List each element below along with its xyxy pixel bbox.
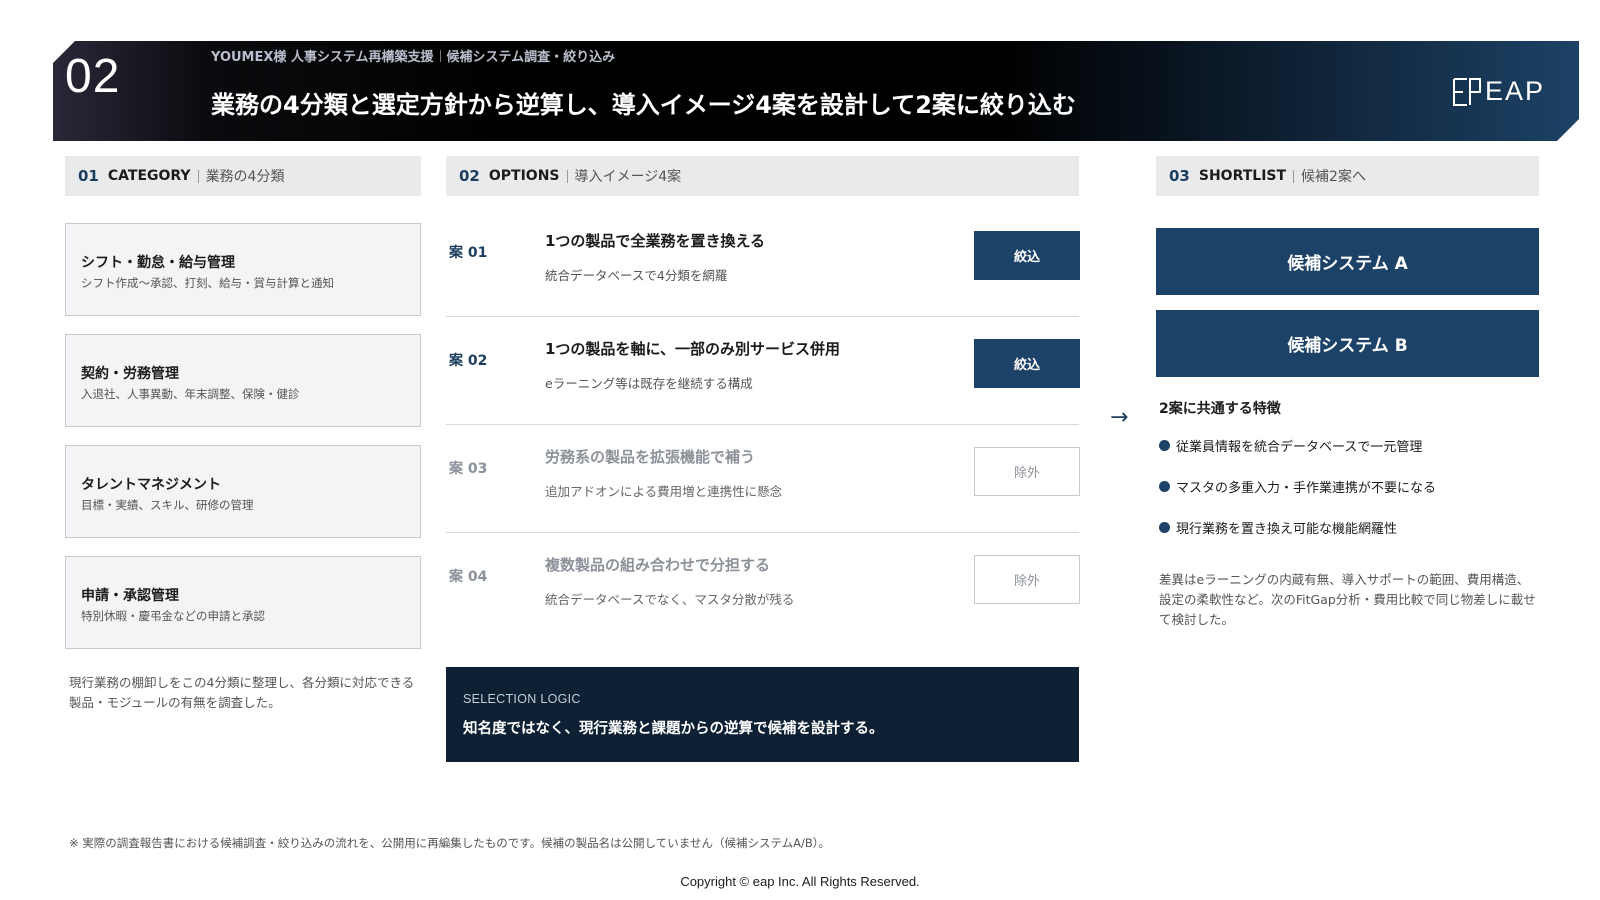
section-number: 01 bbox=[78, 167, 99, 185]
feature-item: 従業員情報を統合データベースで一元管理 bbox=[1159, 436, 1422, 455]
copyright: Copyright © eap Inc. All Rights Reserved… bbox=[680, 874, 920, 889]
page-title: 業務の4分類と選定方針から逆算し、導入イメージ4案を設計して2案に絞り込む bbox=[211, 91, 1076, 119]
brand-logo: EAP bbox=[1451, 76, 1545, 107]
section-number: 03 bbox=[1169, 167, 1190, 185]
section-sublabel: 業務の4分類 bbox=[205, 169, 285, 185]
option-title: 労務系の製品を拡張機能で補う bbox=[545, 448, 756, 466]
category-title: 申請・承認管理 bbox=[81, 588, 179, 604]
shortlist-section-header: 03 SHORTLIST 候補2案へ bbox=[1156, 156, 1539, 196]
brand-name: EAP bbox=[1484, 76, 1545, 106]
option-label: 案 04 bbox=[449, 569, 488, 585]
shortlisted-badge: 絞込 bbox=[974, 339, 1080, 388]
option-row: 案 02 1つの製品を軸に、一部のみ別サービス併用 eラーニング等は既存を継続す… bbox=[446, 317, 1080, 425]
category-card: タレントマネジメント 目標・実績、スキル、研修の管理 bbox=[65, 445, 421, 538]
option-label: 案 02 bbox=[449, 353, 488, 369]
section-divider bbox=[197, 169, 199, 183]
footnote: ※ 実際の調査報告書における候補調査・絞り込みの流れを、公開用に再編集したもので… bbox=[69, 836, 830, 850]
section-label: SHORTLIST bbox=[1198, 168, 1287, 184]
excluded-badge: 除外 bbox=[974, 555, 1080, 604]
category-title: シフト・勤怠・給与管理 bbox=[81, 255, 235, 271]
selection-logic-text: 知名度ではなく、現行業務と課題からの逆算で候補を設計する。 bbox=[463, 721, 884, 737]
feature-text: マスタの多重入力・手作業連携が不要になる bbox=[1176, 481, 1437, 496]
category-desc: シフト作成〜承認、打刻、給与・賞与計算と通知 bbox=[81, 276, 334, 290]
header-band: 02 YOUMEX様 人事システム再構築支援 候補システム調査・絞り込み 業務の4… bbox=[53, 41, 1579, 141]
selection-logic-label: SELECTION LOGIC bbox=[463, 692, 581, 706]
subtitle-divider bbox=[440, 50, 441, 62]
difference-note: 差異はeラーニングの内蔵有無、導入サポートの範囲、費用構造、設定の柔軟性など。次… bbox=[1159, 572, 1536, 627]
option-desc: 統合データベースで4分類を網羅 bbox=[545, 268, 728, 283]
candidate-system-b: 候補システム B bbox=[1156, 310, 1539, 377]
section-sublabel: 導入イメージ4案 bbox=[574, 169, 682, 185]
bullet-dot-icon bbox=[1159, 522, 1170, 533]
options-section-header: 02 OPTIONS 導入イメージ4案 bbox=[446, 156, 1079, 196]
feature-text: 従業員情報を統合データベースで一元管理 bbox=[1176, 440, 1423, 455]
slide-number: 02 bbox=[65, 50, 121, 103]
feature-item: 現行業務を置き換え可能な機能網羅性 bbox=[1159, 518, 1397, 537]
bullet-dot-icon bbox=[1159, 481, 1170, 492]
candidate-system-a: 候補システム A bbox=[1156, 228, 1539, 295]
option-desc: eラーニング等は既存を継続する構成 bbox=[545, 376, 753, 391]
shortlisted-badge: 絞込 bbox=[974, 231, 1080, 280]
header-subtitle: YOUMEX様 人事システム再構築支援 候補システム調査・絞り込み bbox=[211, 46, 615, 65]
feature-text: 現行業務を置き換え可能な機能網羅性 bbox=[1176, 522, 1398, 537]
section-divider bbox=[566, 169, 568, 183]
feature-item: マスタの多重入力・手作業連携が不要になる bbox=[1159, 477, 1436, 496]
option-title: 複数製品の組み合わせで分担する bbox=[545, 556, 771, 574]
category-note: 現行業務の棚卸しをこの4分類に整理し、各分類に対応できる製品・モジュールの有無を… bbox=[69, 675, 415, 710]
excluded-badge: 除外 bbox=[974, 447, 1080, 496]
option-desc: 追加アドオンによる費用増と連携性に懸念 bbox=[545, 484, 783, 499]
option-label: 案 01 bbox=[449, 245, 488, 261]
category-desc: 特別休暇・慶弔金などの申請と承認 bbox=[81, 609, 265, 623]
category-desc: 目標・実績、スキル、研修の管理 bbox=[81, 498, 254, 512]
common-features-title: 2案に共通する特徴 bbox=[1159, 401, 1281, 417]
option-desc: 統合データベースでなく、マスタ分散が残る bbox=[545, 592, 795, 607]
eap-logo-icon bbox=[1451, 77, 1483, 107]
selection-logic-panel: SELECTION LOGIC 知名度ではなく、現行業務と課題からの逆算で候補を… bbox=[446, 667, 1079, 762]
category-title: タレントマネジメント bbox=[81, 477, 221, 493]
category-desc: 入退社、人事異動、年末調整、保険・健診 bbox=[81, 387, 300, 401]
option-row: 案 01 1つの製品で全業務を置き換える 統合データベースで4分類を網羅 絞込 bbox=[446, 209, 1080, 317]
right-arrow-icon: → bbox=[1110, 405, 1129, 430]
section-number: 02 bbox=[459, 167, 480, 185]
option-row: 案 04 複数製品の組み合わせで分担する 統合データベースでなく、マスタ分散が残… bbox=[446, 533, 1080, 641]
option-title: 1つの製品で全業務を置き換える bbox=[545, 232, 765, 250]
project-phase: 候補システム調査・絞り込み bbox=[446, 50, 616, 65]
category-card: 契約・労務管理 入退社、人事異動、年末調整、保険・健診 bbox=[65, 334, 421, 427]
project-name: YOUMEX様 人事システム再構築支援 bbox=[211, 50, 434, 65]
option-title: 1つの製品を軸に、一部のみ別サービス併用 bbox=[545, 340, 840, 358]
category-title: 契約・労務管理 bbox=[81, 366, 179, 382]
category-card: シフト・勤怠・給与管理 シフト作成〜承認、打刻、給与・賞与計算と通知 bbox=[65, 223, 421, 316]
section-divider bbox=[1293, 169, 1295, 183]
option-row: 案 03 労務系の製品を拡張機能で補う 追加アドオンによる費用増と連携性に懸念 … bbox=[446, 425, 1080, 533]
option-label: 案 03 bbox=[449, 461, 488, 477]
category-card: 申請・承認管理 特別休暇・慶弔金などの申請と承認 bbox=[65, 556, 421, 649]
category-section-header: 01 CATEGORY 業務の4分類 bbox=[65, 156, 421, 196]
section-label: CATEGORY bbox=[107, 168, 191, 184]
bullet-dot-icon bbox=[1159, 440, 1170, 451]
section-sublabel: 候補2案へ bbox=[1301, 169, 1366, 185]
section-label: OPTIONS bbox=[488, 168, 560, 184]
